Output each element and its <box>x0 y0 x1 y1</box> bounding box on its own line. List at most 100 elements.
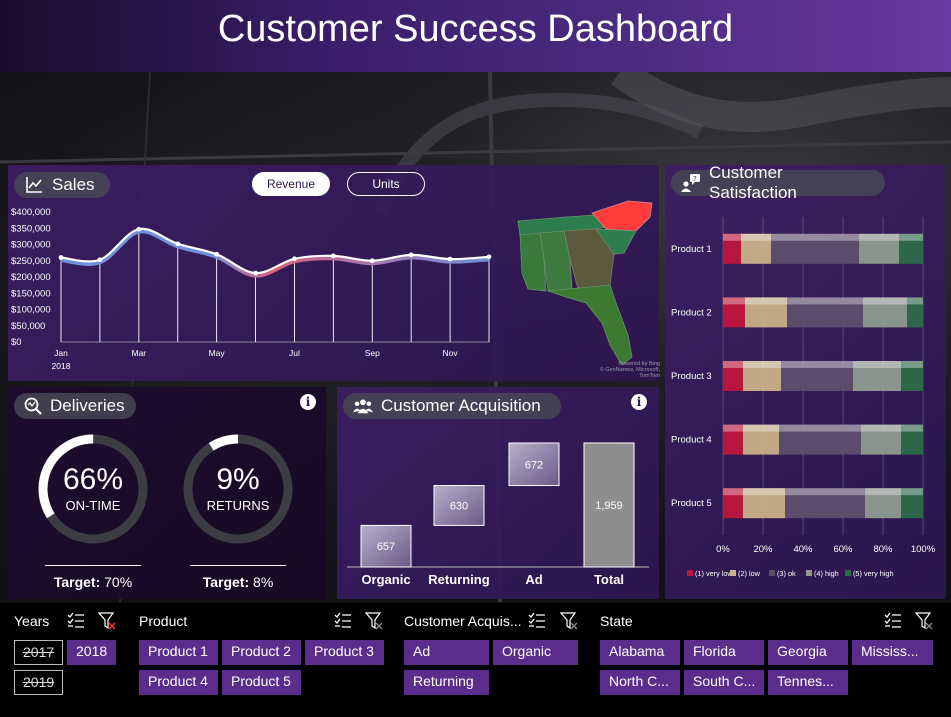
slicer-state-mississippi[interactable]: Mississ... <box>852 640 933 665</box>
legend-swatch <box>687 570 693 576</box>
clear-filter-icon[interactable] <box>98 612 116 630</box>
product-slicer-title: Product <box>139 613 188 629</box>
slicer-year-2019[interactable]: 2019 <box>14 670 63 695</box>
y-category-label: Product 2 <box>671 307 712 318</box>
legend-label: (2) low <box>738 569 761 578</box>
x-tick-label: 100% <box>911 544 936 555</box>
legend-swatch <box>845 570 851 576</box>
x-tick-label: Jul <box>289 348 300 358</box>
y-tick-label: $300,000 <box>11 240 51 251</box>
sales-point <box>214 251 220 257</box>
slicer-product-3[interactable]: Product 3 <box>305 640 384 665</box>
y-tick-label: $150,000 <box>11 288 51 299</box>
clear-filter-icon[interactable] <box>560 612 578 630</box>
sales-panel: Sales Revenue Units $0 $50,000 $100,000 $15… <box>8 165 660 381</box>
page-title: Customer Success Dashboard <box>217 8 734 50</box>
slicer-acquisition-returning[interactable]: Returning <box>404 670 489 695</box>
deliveries-title: Deliveries <box>14 393 136 419</box>
bar-highlight <box>723 488 923 496</box>
sales-line-chart: $0 $50,000 $100,000 $150,000 $200,000 $250,00… <box>11 207 492 371</box>
multi-select-icon[interactable] <box>528 612 546 630</box>
x-tick-label: 0% <box>716 544 730 555</box>
state-slicer-title: State <box>600 613 633 629</box>
x-tick-label: 40% <box>793 544 813 555</box>
slicer-year-2017[interactable]: 2017 <box>14 640 63 665</box>
clear-filter-icon[interactable] <box>365 612 383 630</box>
legend-swatch <box>769 570 775 576</box>
legend-label: (3) ok <box>777 569 796 578</box>
sales-point <box>369 258 375 264</box>
multi-select-icon[interactable] <box>67 612 85 630</box>
y-tick-label: $50,000 <box>11 321 45 332</box>
waterfall-data-label: 672 <box>525 459 543 471</box>
y-tick-label: $100,000 <box>11 305 51 316</box>
x-tick-label: May <box>209 348 226 358</box>
slicer-state-north-carolina[interactable]: North C... <box>600 670 680 695</box>
legend-swatch <box>730 570 736 576</box>
x-tick-label: Jan <box>54 348 68 358</box>
x-tick-label: Nov <box>443 348 459 358</box>
multi-select-icon[interactable] <box>884 612 902 630</box>
acquisition-panel: Customer Acquisition i 657 Organic 630 Retu… <box>337 387 659 599</box>
years-slicer-title: Years <box>14 613 50 629</box>
y-category-label: Product 1 <box>671 244 712 255</box>
deliveries-title-label: Deliveries <box>50 396 125 415</box>
x-tick-label: Sep <box>365 348 380 358</box>
sales-series-line <box>60 227 490 275</box>
sales-point <box>58 255 64 260</box>
waterfall-category-label: Total <box>594 572 624 587</box>
ontime-target-underline <box>45 565 141 566</box>
sales-point <box>175 241 181 247</box>
y-category-label: Product 4 <box>671 435 712 446</box>
bar-highlight <box>723 424 923 432</box>
multi-select-icon[interactable] <box>334 612 352 630</box>
slicer-state-south-carolina[interactable]: South C... <box>684 670 764 695</box>
ontime-label: ON-TIME <box>65 498 121 513</box>
slicer-state-florida[interactable]: Florida <box>684 640 764 665</box>
legend-label: (5) very high <box>853 569 894 578</box>
sales-point <box>253 270 258 276</box>
slicer-state-alabama[interactable]: Alabama <box>600 640 680 665</box>
slicer-product-2[interactable]: Product 2 <box>222 640 301 665</box>
clear-filter-icon[interactable] <box>915 612 933 630</box>
legend-label: (1) very low <box>695 569 733 578</box>
waterfall-data-label: 1,959 <box>595 500 623 512</box>
satisfaction-stacked-bar-chart: 0% 20% 40% 60% 80% 100% Product 1 Product 2 Prod… <box>671 217 936 578</box>
bar-highlight <box>723 297 923 305</box>
y-tick-label: $0 <box>11 337 22 348</box>
southeast-states-map[interactable] <box>506 193 656 373</box>
returns-label: RETURNS <box>206 498 270 513</box>
slicer-state-georgia[interactable]: Georgia <box>768 640 848 665</box>
sales-point <box>136 226 142 232</box>
sales-point <box>408 252 414 258</box>
filter-slicers: Years 2017 2018 2019 Product Product 1 P… <box>0 603 951 717</box>
slicer-state-tennessee[interactable]: Tennes... <box>768 670 848 695</box>
y-tick-label: $400,000 <box>11 207 51 218</box>
bar-highlight <box>723 233 923 241</box>
y-tick-label: $200,000 <box>11 272 51 283</box>
sales-point <box>292 256 297 262</box>
waterfall-category-label: Ad <box>525 572 542 587</box>
legend-label: (4) high <box>814 569 839 578</box>
y-category-label: Product 5 <box>671 498 712 509</box>
slicer-acquisition-organic[interactable]: Organic <box>493 640 578 665</box>
sales-point <box>330 253 336 259</box>
x-tick-label: Mar <box>131 348 146 358</box>
legend-swatch <box>806 570 812 576</box>
waterfall-data-label: 630 <box>450 500 468 512</box>
y-category-label: Product 3 <box>671 371 712 382</box>
slicer-year-2018[interactable]: 2018 <box>67 640 116 665</box>
x-tick-label: 20% <box>753 544 773 555</box>
search-chart-icon <box>24 396 42 416</box>
slicer-acquisition-ad[interactable]: Ad <box>404 640 489 665</box>
slicer-product-4[interactable]: Product 4 <box>139 670 218 695</box>
sales-point <box>447 256 453 262</box>
slicer-product-1[interactable]: Product 1 <box>139 640 218 665</box>
acquisition-waterfall-chart: 657 Organic 630 Returning 672 Ad 1,959 Total <box>347 442 649 587</box>
slicer-product-5[interactable]: Product 5 <box>222 670 301 695</box>
ontime-value: 66% <box>62 463 124 496</box>
satisfaction-panel: ? Customer Satisfaction 0% 20% 40% 60% 80% 10… <box>665 163 946 599</box>
sales-point <box>486 254 492 260</box>
ontime-target: Target: 70% <box>53 574 133 590</box>
deliveries-info-icon[interactable]: i <box>300 394 316 410</box>
